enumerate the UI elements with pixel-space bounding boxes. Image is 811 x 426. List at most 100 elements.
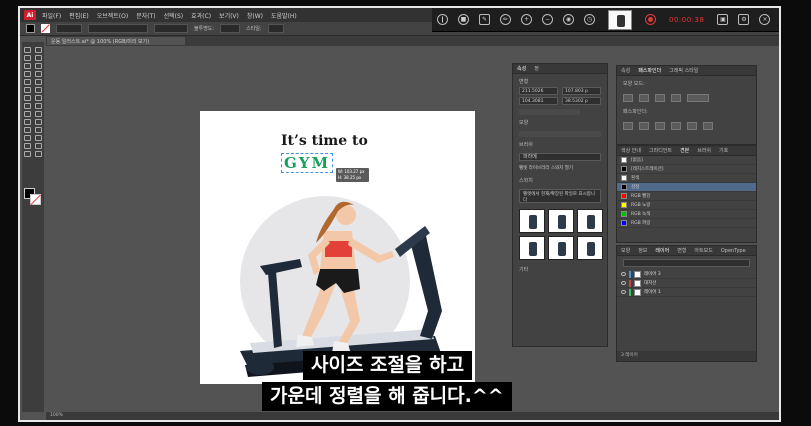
width-tool-icon[interactable] bbox=[24, 103, 31, 109]
outline-button[interactable] bbox=[687, 122, 697, 130]
selection-tool-icon[interactable] bbox=[24, 47, 31, 53]
style-field[interactable] bbox=[267, 24, 284, 33]
perspective-grid-tool-icon[interactable] bbox=[35, 111, 42, 117]
blend-tool-icon[interactable] bbox=[35, 127, 42, 133]
tab-layers[interactable]: 레이어 bbox=[655, 247, 669, 254]
swatch-row[interactable]: 흰색 bbox=[617, 174, 756, 183]
tab-color-guide[interactable]: 색상 안내 bbox=[621, 147, 641, 154]
fill-stroke-widget[interactable] bbox=[24, 188, 42, 206]
tab-gradient[interactable]: 그라디언트 bbox=[649, 147, 672, 154]
rectangle-tool-icon[interactable] bbox=[24, 79, 31, 85]
tab-artboards[interactable]: 아트보드 bbox=[694, 247, 712, 254]
h-field[interactable]: 38.5302 p bbox=[562, 97, 601, 105]
gym-text-selected[interactable]: GYM bbox=[281, 153, 334, 173]
symbol-sprayer-tool-icon[interactable] bbox=[24, 135, 31, 141]
layer-name[interactable]: 레이어 3 bbox=[644, 271, 661, 277]
mesh-tool-icon[interactable] bbox=[24, 119, 31, 125]
stroke-swatch[interactable] bbox=[30, 194, 41, 205]
pause-icon[interactable]: ❙ bbox=[437, 14, 448, 25]
document-tab[interactable]: 운동 일러스트.ai* @ 100% (RGB/미리 보기) bbox=[46, 36, 186, 46]
opacity-field[interactable] bbox=[220, 24, 241, 33]
merge-button[interactable] bbox=[655, 122, 665, 130]
menu-select[interactable]: 선택(S) bbox=[164, 11, 184, 20]
swatch-row[interactable]: [레지스트레이션] bbox=[617, 165, 756, 174]
rotate-tool-icon[interactable] bbox=[24, 95, 31, 101]
direct-selection-tool-icon[interactable] bbox=[35, 47, 42, 53]
thumbnail-item[interactable] bbox=[577, 209, 603, 233]
tab-second[interactable]: 정 bbox=[534, 65, 539, 72]
thumbnail-item[interactable] bbox=[519, 209, 545, 233]
menu-edit[interactable]: 편집(E) bbox=[69, 11, 89, 20]
record-icon[interactable] bbox=[645, 14, 656, 25]
artboard-title-text[interactable]: It’s time to bbox=[281, 133, 368, 149]
visibility-eye-icon[interactable] bbox=[621, 281, 626, 285]
expand-button[interactable] bbox=[687, 94, 709, 102]
zoom-in-icon[interactable]: + bbox=[521, 14, 532, 25]
stroke-color-swatch[interactable] bbox=[41, 24, 50, 33]
intersect-button[interactable] bbox=[655, 94, 665, 102]
layer-row[interactable]: 대지선 bbox=[617, 279, 756, 288]
stop-icon[interactable]: ■ bbox=[458, 14, 469, 25]
divide-button[interactable] bbox=[623, 122, 633, 130]
scale-tool-icon[interactable] bbox=[35, 95, 42, 101]
column-graph-tool-icon[interactable] bbox=[35, 135, 42, 141]
gradient-tool-icon[interactable] bbox=[35, 119, 42, 125]
artboard-tool-icon[interactable] bbox=[24, 143, 31, 149]
pen-icon[interactable]: ✏ bbox=[500, 14, 511, 25]
tab-properties-2[interactable]: 속성 bbox=[621, 67, 630, 74]
w-field[interactable]: 107.803 p bbox=[562, 87, 601, 95]
minus-back-button[interactable] bbox=[703, 122, 713, 130]
thumbnail-item[interactable] bbox=[519, 236, 545, 260]
tab-brushes[interactable]: 브러쉬 bbox=[697, 147, 711, 154]
swatch-row-selected[interactable]: 검정 bbox=[617, 183, 756, 192]
menu-effect[interactable]: 효과(C) bbox=[191, 11, 211, 20]
camera-icon[interactable]: ◉ bbox=[563, 14, 574, 25]
zoom-out-icon[interactable]: − bbox=[542, 14, 553, 25]
magic-wand-tool-icon[interactable] bbox=[24, 55, 31, 61]
crop-button[interactable] bbox=[671, 122, 681, 130]
visibility-eye-icon[interactable] bbox=[621, 272, 626, 276]
eraser-tool-icon[interactable] bbox=[35, 87, 42, 93]
layer-row[interactable]: 레이어 1 bbox=[617, 288, 756, 297]
menu-type[interactable]: 문자(T) bbox=[136, 11, 155, 20]
line-tool-icon[interactable] bbox=[35, 71, 42, 77]
tab-opentype[interactable]: OpenType bbox=[721, 248, 746, 254]
tab-transform[interactable]: 변형 bbox=[677, 247, 686, 254]
zoom-tool-icon[interactable] bbox=[35, 151, 42, 157]
free-transform-tool-icon[interactable] bbox=[35, 103, 42, 109]
swatch-row[interactable]: RGB 노랑 bbox=[617, 201, 756, 210]
thumbnail-item[interactable] bbox=[548, 236, 574, 260]
tab-properties[interactable]: 속성 bbox=[517, 65, 526, 72]
settings-icon[interactable]: ⚙ bbox=[738, 14, 750, 25]
eyedropper-tool-icon[interactable] bbox=[24, 127, 31, 133]
hand-tool-icon[interactable] bbox=[24, 151, 31, 157]
swatch-row[interactable]: RGB 빨강 bbox=[617, 192, 756, 201]
exclude-button[interactable] bbox=[671, 94, 681, 102]
type-tool-icon[interactable] bbox=[24, 71, 31, 77]
brush-field[interactable]: 파라메 bbox=[519, 153, 601, 161]
brush-definition-field[interactable] bbox=[88, 24, 148, 33]
variable-width-field[interactable] bbox=[154, 24, 188, 33]
x-field[interactable]: 211.5026 bbox=[519, 87, 558, 95]
tab-swatches[interactable]: 견본 bbox=[680, 147, 689, 154]
layer-name[interactable]: 레이어 1 bbox=[644, 289, 661, 295]
swatch-row[interactable]: RGB 파랑 bbox=[617, 219, 756, 228]
artboard[interactable]: It’s time to GYM W: 103.27 px H: 38.25 p… bbox=[200, 111, 475, 384]
slice-tool-icon[interactable] bbox=[35, 143, 42, 149]
trim-button[interactable] bbox=[639, 122, 649, 130]
layer-row[interactable]: 레이어 3 bbox=[617, 270, 756, 279]
swatch-row[interactable]: RGB 녹색 bbox=[617, 210, 756, 219]
layers-search-field[interactable] bbox=[623, 259, 750, 267]
timer-icon[interactable]: ◷ bbox=[584, 14, 595, 25]
tab-appearance[interactable]: 모양 bbox=[621, 247, 630, 254]
curvature-tool-icon[interactable] bbox=[35, 63, 42, 69]
pencil-tool-icon[interactable] bbox=[24, 87, 31, 93]
shape-builder-tool-icon[interactable] bbox=[24, 111, 31, 117]
y-field[interactable]: 104.3081 bbox=[519, 97, 558, 105]
menu-file[interactable]: 파일(F) bbox=[42, 11, 61, 20]
unite-button[interactable] bbox=[623, 94, 633, 102]
minus-front-button[interactable] bbox=[639, 94, 649, 102]
pen-tool-icon[interactable] bbox=[24, 63, 31, 69]
menu-help[interactable]: 도움말(H) bbox=[271, 11, 297, 20]
tab-info[interactable]: 정보 bbox=[638, 247, 647, 254]
